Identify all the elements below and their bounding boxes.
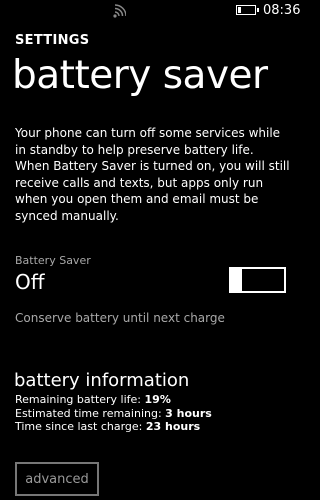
page-title: battery saver (12, 53, 268, 98)
clock: 08:36 (263, 3, 301, 18)
conserve-option[interactable]: Conserve battery until next charge (15, 311, 225, 325)
since-charge-line: Time since last charge: 23 hours (15, 420, 212, 434)
since-charge-label: Time since last charge: (15, 420, 143, 433)
signal-icon (113, 4, 126, 18)
app-title: SETTINGS (15, 33, 90, 48)
battery-information-title: battery information (14, 370, 190, 391)
battery-info-lines: Remaining battery life: 19% Estimated ti… (15, 393, 212, 434)
battery-saver-toggle[interactable] (229, 267, 286, 293)
estimated-time-value: 3 hours (165, 406, 212, 420)
battery-saver-state: Off (15, 270, 45, 294)
advanced-button[interactable]: advanced (15, 462, 99, 496)
battery-icon (236, 5, 259, 15)
battery-level (238, 7, 241, 13)
remaining-life-value: 19% (144, 393, 171, 406)
toggle-thumb[interactable] (231, 267, 242, 293)
remaining-life-line: Remaining battery life: 19% (15, 393, 212, 407)
description-text: Your phone can turn off some services wh… (15, 126, 290, 223)
since-charge-value: 23 hours (145, 420, 201, 433)
remaining-life-label: Remaining battery life: (15, 393, 142, 406)
status-bar: 08:36 (0, 0, 300, 24)
estimated-time-label: Estimated time remaining: (15, 406, 162, 420)
battery-saver-label: Battery Saver (15, 254, 91, 267)
estimated-time-line: Estimated time remaining: 3 hours (15, 407, 212, 421)
